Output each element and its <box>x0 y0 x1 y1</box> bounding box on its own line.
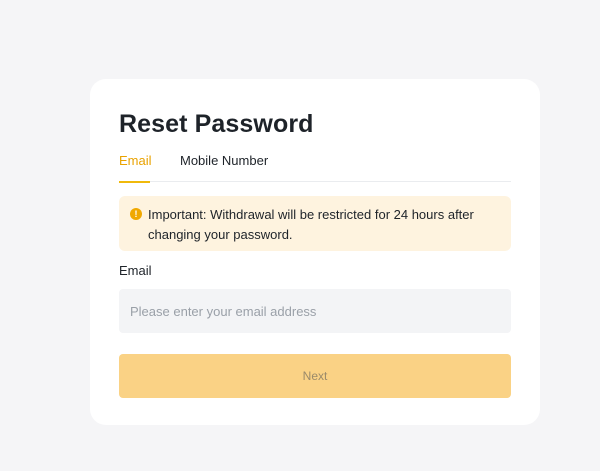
tab-email[interactable]: Email <box>119 153 152 183</box>
tab-mobile-number-label: Mobile Number <box>180 153 269 168</box>
page-title: Reset Password <box>119 110 314 138</box>
page: Reset Password Email Mobile Number ! Imp… <box>0 0 600 471</box>
reset-password-card: Reset Password Email Mobile Number ! Imp… <box>90 79 540 425</box>
withdrawal-notice: ! Important: Withdrawal will be restrict… <box>119 196 511 251</box>
active-tab-indicator <box>119 181 150 183</box>
tab-mobile-number[interactable]: Mobile Number <box>180 153 268 182</box>
tab-bar: Email Mobile Number <box>119 151 511 183</box>
tab-email-label: Email <box>119 153 152 168</box>
exclamation-circle-icon: ! <box>130 208 142 220</box>
next-button[interactable]: Next <box>119 354 511 398</box>
email-field[interactable] <box>119 289 511 333</box>
email-field-label: Email <box>119 263 152 278</box>
notice-text: Important: Withdrawal will be restricted… <box>148 207 474 242</box>
